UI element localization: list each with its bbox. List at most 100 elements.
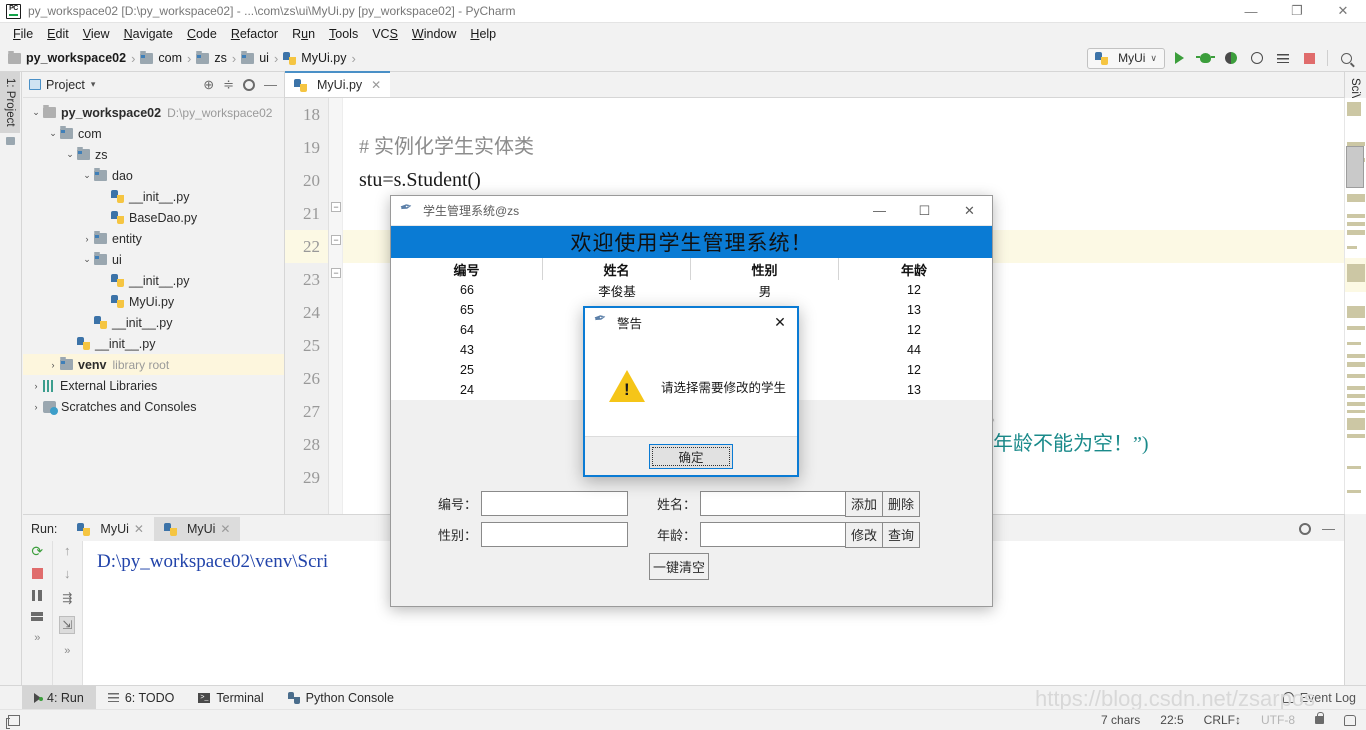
stop-icon[interactable] <box>31 568 43 579</box>
maximize-button[interactable]: ❐ <box>1274 0 1320 23</box>
tree-node-scratches[interactable]: › Scratches and Consoles <box>23 396 284 417</box>
attach-button[interactable] <box>1271 47 1295 69</box>
print-icon[interactable] <box>31 612 44 621</box>
input-name[interactable] <box>700 491 846 516</box>
tk-maximize-button[interactable]: ☐ <box>902 196 947 226</box>
up-arrow-icon[interactable]: ↑ <box>64 544 71 557</box>
menu-item-window[interactable]: Window <box>405 25 463 43</box>
input-gender[interactable] <box>481 522 628 547</box>
stack-icon[interactable] <box>6 714 20 729</box>
chevron-right-icon[interactable]: › <box>29 402 43 412</box>
editor-marker-bar[interactable] <box>1344 98 1366 514</box>
tree-node-com-init[interactable]: __init__.py <box>23 333 284 354</box>
chevron-expand-icon[interactable]: » <box>34 632 40 644</box>
menu-item-navigate[interactable]: Navigate <box>117 25 180 43</box>
tree-node-py_workspace02[interactable]: ⌄ py_workspace02 D:\py_workspace02 <box>23 102 284 123</box>
chevron-right-icon[interactable]: › <box>29 381 43 391</box>
column-header-gender[interactable]: 性别 <box>691 258 839 280</box>
close-icon[interactable]: ✕ <box>134 522 144 536</box>
down-arrow-icon[interactable]: ↓ <box>64 567 71 580</box>
run-tab-myui-2[interactable]: MyUi ✕ <box>153 517 241 541</box>
tree-node-external-libraries[interactable]: › External Libraries <box>23 375 284 396</box>
table-row[interactable]: 66 李俊基 男 12 <box>391 280 992 300</box>
input-age[interactable] <box>700 522 846 547</box>
profile-button[interactable] <box>1245 47 1269 69</box>
menu-item-tools[interactable]: Tools <box>322 25 365 43</box>
collapse-all-icon[interactable]: ≑ <box>223 77 234 93</box>
run-with-coverage-button[interactable] <box>1219 47 1243 69</box>
tree-node-venv[interactable]: › venv library root <box>23 354 284 375</box>
close-icon[interactable]: ✕ <box>220 522 230 536</box>
tree-node-com[interactable]: ⌄ com <box>23 123 284 144</box>
bottom-tab-todo[interactable]: 6: TODO <box>96 686 187 710</box>
fold-marker[interactable]: − <box>331 202 341 212</box>
tree-node-ui-init[interactable]: __init__.py <box>23 270 284 291</box>
rerun-icon[interactable]: ⟳ <box>31 544 43 558</box>
tree-node-entity[interactable]: › entity <box>23 228 284 249</box>
scroll-to-end-icon[interactable]: ⇲ <box>59 616 76 634</box>
run-button[interactable] <box>1167 47 1191 69</box>
menu-item-refactor[interactable]: Refactor <box>224 25 285 43</box>
ok-button[interactable]: 确定 <box>649 443 733 469</box>
breadcrumb-item-0[interactable]: py_workspace02 <box>26 51 126 65</box>
breadcrumb-item-1[interactable]: com <box>158 51 182 65</box>
breadcrumb-item-4[interactable]: MyUi.py <box>301 51 346 65</box>
add-button[interactable]: 添加 <box>845 490 884 517</box>
fold-marker[interactable]: − <box>331 235 341 245</box>
close-icon[interactable]: ✕ <box>371 78 381 92</box>
chevron-expand-icon[interactable]: » <box>64 645 70 657</box>
chevron-down-icon[interactable]: ▾ <box>91 79 96 90</box>
search-everywhere-button[interactable] <box>1334 47 1358 69</box>
chevron-right-icon[interactable]: › <box>80 234 94 244</box>
status-encoding[interactable]: UTF-8 <box>1261 713 1295 727</box>
editor-tab-myui[interactable]: MyUi.py ✕ <box>285 71 391 97</box>
chevron-down-icon[interactable]: ⌄ <box>29 107 43 118</box>
menu-item-help[interactable]: Help <box>463 25 503 43</box>
pause-icon[interactable] <box>32 590 43 601</box>
warning-dialog[interactable]: 警告 ✕ 请选择需要修改的学生 确定 <box>583 306 799 477</box>
chevron-down-icon[interactable]: ⌄ <box>80 254 94 265</box>
modify-button[interactable]: 修改 <box>845 521 884 548</box>
tree-node-dao-init[interactable]: __init__.py <box>23 186 284 207</box>
query-button[interactable]: 查询 <box>882 521 921 548</box>
menu-item-view[interactable]: View <box>76 25 117 43</box>
bottom-tab-python-console[interactable]: Python Console <box>276 686 406 710</box>
menu-item-vcs[interactable]: VCS <box>365 25 405 43</box>
breadcrumb-item-2[interactable]: zs <box>214 51 227 65</box>
menu-item-edit[interactable]: Edit <box>40 25 76 43</box>
dialog-close-button[interactable]: ✕ <box>763 308 797 336</box>
locate-icon[interactable]: ⊕ <box>203 77 214 93</box>
minimize-button[interactable]: — <box>1228 0 1274 23</box>
event-log-button[interactable]: Event Log <box>1282 691 1366 705</box>
sidebar-tab-project[interactable]: 1: Project <box>0 72 20 133</box>
clear-all-button[interactable]: 一键清空 <box>649 553 709 580</box>
fold-marker[interactable]: − <box>331 268 341 278</box>
gear-icon[interactable] <box>243 78 255 91</box>
run-tab-myui-1[interactable]: MyUi ✕ <box>67 517 154 541</box>
scrollbar-thumb[interactable] <box>1346 146 1364 188</box>
menu-item-code[interactable]: Code <box>180 25 224 43</box>
debug-button[interactable] <box>1193 47 1217 69</box>
tk-minimize-button[interactable]: — <box>857 196 902 226</box>
bottom-tab-run[interactable]: 4: Run <box>22 685 96 710</box>
run-configuration-selector[interactable]: MyUi ∨ <box>1087 47 1165 69</box>
gear-icon[interactable] <box>1299 522 1311 535</box>
tree-node-zs-init[interactable]: __init__.py <box>23 312 284 333</box>
menu-item-file[interactable]: File <box>6 25 40 43</box>
status-line-separator[interactable]: CRLF↕ <box>1204 713 1241 727</box>
column-header-age[interactable]: 年龄 <box>839 258 989 280</box>
soft-wrap-icon[interactable]: ⇶ <box>62 591 72 605</box>
stop-button[interactable] <box>1297 47 1321 69</box>
close-button[interactable]: ✕ <box>1320 0 1366 23</box>
tree-node-zs[interactable]: ⌄ zs <box>23 144 284 165</box>
bottom-tab-terminal[interactable]: >_ Terminal <box>186 686 275 710</box>
editor-fold-column[interactable]: − − − <box>329 98 343 514</box>
tree-node-basedao[interactable]: BaseDao.py <box>23 207 284 228</box>
chevron-down-icon[interactable]: ⌄ <box>80 170 94 181</box>
tree-node-ui[interactable]: ⌄ ui <box>23 249 284 270</box>
input-id[interactable] <box>481 491 628 516</box>
chevron-down-icon[interactable]: ⌄ <box>63 149 77 160</box>
tree-node-dao[interactable]: ⌄ dao <box>23 165 284 186</box>
delete-button[interactable]: 删除 <box>882 490 921 517</box>
column-header-id[interactable]: 编号 <box>391 258 543 280</box>
